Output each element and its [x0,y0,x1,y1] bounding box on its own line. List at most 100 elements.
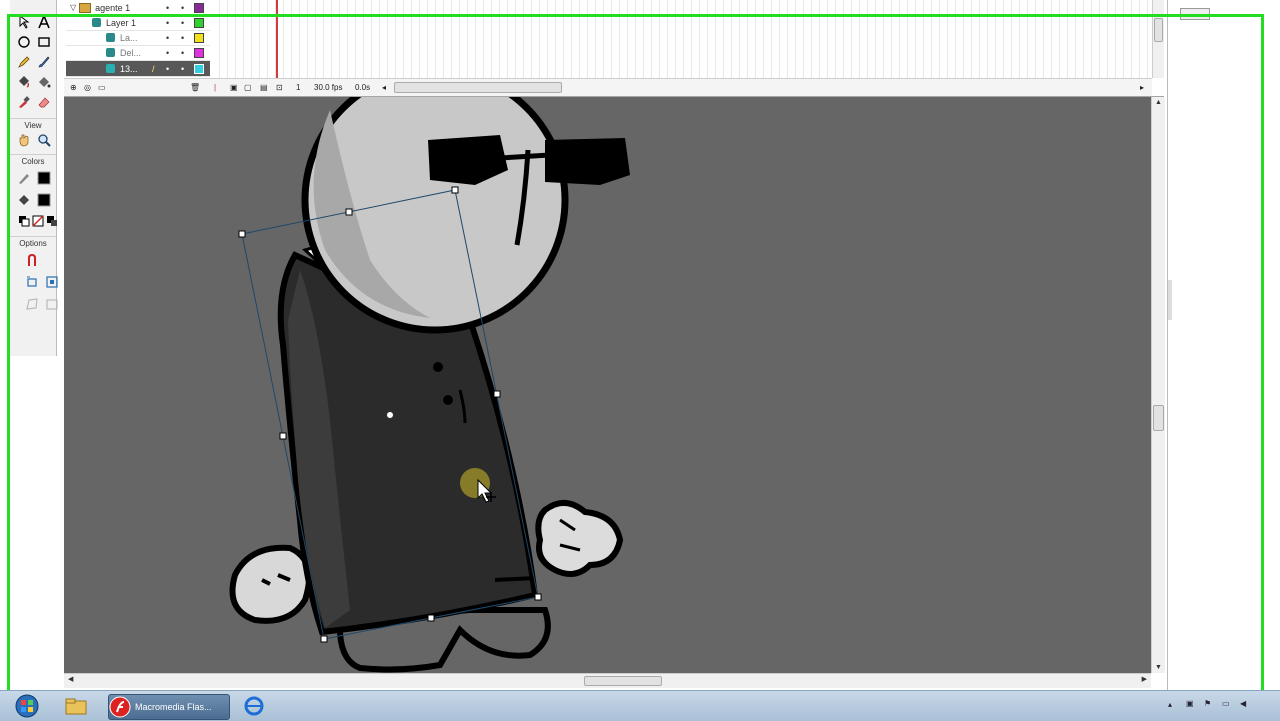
onion-skin-icon[interactable]: ▣ [230,82,238,93]
expand-arrow-icon[interactable]: ▽ [70,3,76,12]
system-tray[interactable]: ▴ ▣ ⚑ ▭ ◀ [1168,694,1268,718]
outline-color-icon[interactable] [194,2,204,13]
insert-folder-icon[interactable]: ▭ [98,82,106,93]
scroll-right-arrow-icon[interactable]: ▶ [1142,675,1147,683]
taskbar: Macromedia Flas... ▴ ▣ ⚑ ▭ ◀ [0,690,1280,721]
layer-name: La... [120,32,138,43]
flash-app-icon [109,696,131,718]
playhead[interactable] [276,0,278,78]
delete-layer-icon[interactable]: 🗑 [190,82,200,93]
panel-icon[interactable] [1180,8,1210,20]
scroll-thumb[interactable] [584,676,662,686]
modify-markers-icon[interactable]: ⊡ [276,82,283,93]
add-guide-icon[interactable]: ◎ [84,82,91,93]
tray-network-icon[interactable]: ▣ [1186,699,1194,708]
current-frame: 1 [296,83,301,92]
stage-hscroll[interactable]: ◀ ▶ [64,673,1151,688]
pencil-tool-icon[interactable] [16,54,32,70]
character-artwork[interactable] [64,97,1151,673]
outline-color-icon[interactable] [194,32,204,43]
layer-name: 13... [120,63,138,74]
edit-multiple-frames-icon[interactable]: ▤ [260,82,268,93]
glasses-bridge [499,152,551,161]
left-hand [229,544,313,624]
eyedropper-tool-icon[interactable] [16,94,32,110]
tools-panel: View Colors Options [10,0,60,356]
stroke-color-icon[interactable] [16,170,32,186]
layer-row-agente[interactable]: ▽ agente 1 • • [66,0,210,16]
outline-color-icon[interactable] [194,17,204,28]
scroll-thumb[interactable] [1154,18,1163,42]
rotate-skew-icon[interactable] [24,274,40,290]
stage-vscroll[interactable]: ▲ ▼ [1151,97,1165,673]
scroll-thumb[interactable] [1153,405,1164,431]
glasses-right-lens [545,138,630,185]
lock-dot[interactable]: • [181,48,184,58]
handle-bottom-right [534,593,542,601]
ink-bottle-tool-icon[interactable] [16,74,32,90]
rectangle-tool-icon[interactable] [36,34,52,50]
scroll-down-arrow-icon[interactable]: ▼ [1155,664,1162,671]
eraser-tool-icon[interactable] [36,94,52,110]
lock-dot[interactable]: • [181,3,184,13]
stage-canvas[interactable] [64,97,1151,673]
colors-section-label: Colors [10,154,56,166]
frames-grid[interactable] [212,0,1152,78]
panel-resize-handle[interactable] [1168,280,1172,320]
scroll-left-arrow-icon[interactable]: ◀ [68,675,73,683]
visibility-dot[interactable]: • [166,64,169,74]
layer-row-13-selected[interactable]: 13... / • • [66,61,210,77]
zoom-tool-icon[interactable] [36,132,52,148]
lock-dot[interactable]: • [181,33,184,43]
visibility-dot[interactable]: • [166,18,169,28]
outline-color-icon[interactable] [194,63,204,74]
tray-volume-icon[interactable]: ◀ [1240,699,1246,708]
lock-dot[interactable]: • [181,64,184,74]
swap-colors-icon[interactable] [44,213,60,229]
tray-monitor-icon[interactable]: ▭ [1222,699,1230,708]
outline-color-icon[interactable] [194,47,204,58]
internet-explorer-icon[interactable] [240,694,270,718]
start-button[interactable] [12,694,44,718]
fill-color-swatch[interactable] [36,192,52,208]
scroll-left-arrow-icon[interactable]: ◂ [382,82,386,93]
scale-icon[interactable] [44,274,60,290]
explorer-folder-icon[interactable] [62,694,92,718]
oval-tool-icon[interactable] [16,34,32,50]
timeline-vscroll[interactable] [1152,0,1164,78]
paint-bucket-tool-icon[interactable] [36,74,52,90]
layer-row-la[interactable]: La... • • [66,30,210,46]
hand-tool-icon[interactable] [16,132,32,148]
button-1 [433,362,443,372]
distort-icon [24,296,40,312]
visibility-dot[interactable]: • [166,33,169,43]
onion-outline-icon[interactable]: ▢ [244,82,252,93]
text-tool-icon[interactable] [36,14,52,30]
subselection-tool-icon[interactable] [16,14,32,30]
options-section-label: Options [10,236,56,248]
scroll-right-arrow-icon[interactable]: ▸ [1140,82,1144,93]
tray-flag-icon[interactable]: ⚑ [1204,699,1211,708]
layer-row-del[interactable]: Del... • • [66,45,210,61]
handle-top-right [451,186,459,194]
taskbar-flash-button[interactable]: Macromedia Flas... [108,694,230,720]
handle-top-middle [345,208,353,216]
timeline-hscroll-thumb[interactable] [394,82,562,93]
center-frame-icon[interactable]: | [214,82,216,93]
fill-color-icon[interactable] [16,192,32,208]
stroke-color-swatch[interactable] [36,170,52,186]
layer-row-layer1[interactable]: Layer 1 • • [66,15,210,31]
tray-arrow-icon[interactable]: ▴ [1168,700,1172,709]
scroll-up-arrow-icon[interactable]: ▲ [1155,99,1162,106]
layer-name: agente 1 [95,2,131,13]
coat-hem [494,576,536,582]
visibility-dot[interactable]: • [166,48,169,58]
visibility-dot[interactable]: • [166,3,169,13]
lock-dot[interactable]: • [181,18,184,28]
insert-layer-icon[interactable]: ⊕ [70,82,77,93]
timeline-panel: ▽ agente 1 • • Layer 1 • • La... • • Del… [64,0,1164,97]
right-hand [535,500,624,577]
snap-magnet-icon[interactable] [24,252,40,268]
pencil-edit-icon: / [152,63,155,74]
brush-tool-icon[interactable] [36,54,52,70]
